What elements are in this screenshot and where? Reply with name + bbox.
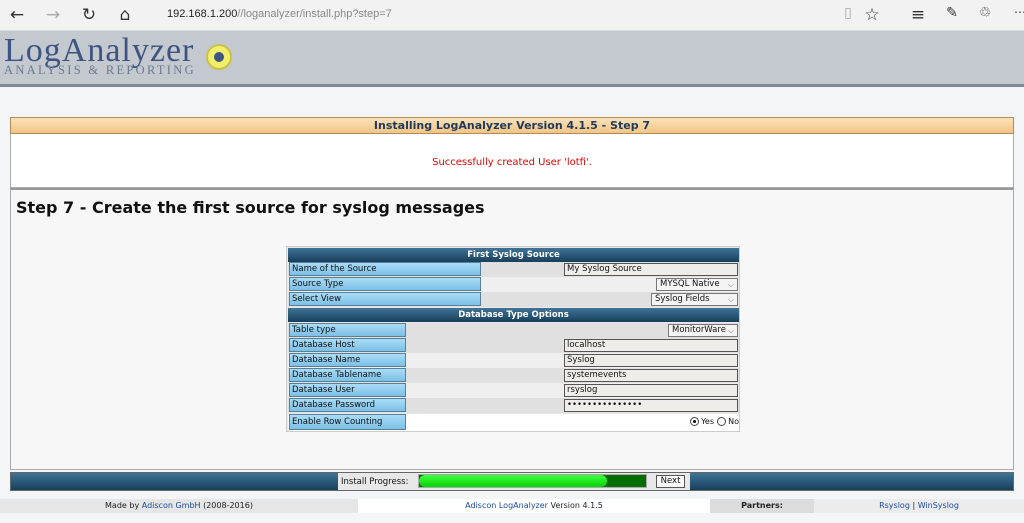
view-select[interactable]: Syslog Fields ⌵ <box>651 293 738 306</box>
row-db-tablename: Database Tablename systemevents <box>288 368 739 383</box>
source-form: First Syslog Source Name of the Source M… <box>286 246 740 432</box>
radio-yes-label: Yes <box>701 417 715 426</box>
partner-links: Rsyslog | WinSyslog <box>814 499 1024 513</box>
version-text: Version 4.1.5 <box>550 501 603 510</box>
address-bar[interactable]: 192.168.1.200//loganalyzer/install.php?s… <box>167 8 392 20</box>
label: Database User <box>289 383 406 397</box>
more-icon[interactable]: ⋯ <box>1010 5 1024 19</box>
chevron-down-icon: ⌵ <box>727 326 734 335</box>
reading-view-icon[interactable]: ▯ <box>838 5 858 21</box>
browser-toolbar: ← → ↻ ⌂ 192.168.1.200//loganalyzer/insta… <box>0 0 1024 31</box>
db-tablename-input[interactable]: systemevents <box>564 369 738 382</box>
source-name-input[interactable]: My Syslog Source <box>564 263 738 276</box>
rsyslog-link[interactable]: Rsyslog <box>879 501 910 510</box>
progress-label: Install Progress: <box>341 477 409 487</box>
row-source-type: Source Type MYSQL Native ⌵ <box>288 277 739 292</box>
db-host-input[interactable]: localhost <box>564 339 738 352</box>
section-header-db-options: Database Type Options <box>288 308 739 322</box>
label: Select View <box>289 292 481 306</box>
label: Source Type <box>289 277 481 291</box>
partners-label: Partners: <box>710 499 814 513</box>
hub-icon[interactable]: ≡ <box>908 5 928 25</box>
row-db-host: Database Host localhost <box>288 338 739 353</box>
separator: | <box>912 501 916 510</box>
years-text: (2008-2016) <box>203 501 253 510</box>
table-type-select[interactable]: MonitorWare ⌵ <box>668 324 738 337</box>
progress-fill <box>419 475 608 487</box>
radio-no[interactable] <box>716 417 726 426</box>
adiscon-link[interactable]: Adiscon GmbH <box>142 501 201 510</box>
made-by-text: Made by <box>105 501 140 510</box>
source-type-select[interactable]: MYSQL Native ⌵ <box>656 278 738 291</box>
label: Enable Row Counting <box>289 414 406 430</box>
install-title: Installing LogAnalyzer Version 4.1.5 - S… <box>10 117 1014 134</box>
next-button[interactable]: Next <box>656 475 685 488</box>
refresh-icon[interactable]: ↻ <box>79 5 99 25</box>
share-icon[interactable]: ♲ <box>975 5 995 21</box>
label: Database Tablename <box>289 368 406 382</box>
url-path: //loganalyzer/install.php?step=7 <box>237 8 392 20</box>
selected-value: Syslog Fields <box>655 294 710 304</box>
back-icon[interactable]: ← <box>7 5 27 25</box>
logo-tagline: ANALYSIS & REPORTING <box>4 63 196 77</box>
label: Database Name <box>289 353 406 367</box>
selected-value: MYSQL Native <box>660 279 720 289</box>
install-progress-bar <box>418 474 647 488</box>
label: Name of the Source <box>289 262 481 276</box>
row-row-counting: Enable Row Counting Yes No <box>288 414 739 431</box>
row-select-view: Select View Syslog Fields ⌵ <box>288 292 739 307</box>
footer-credit: Made by Adiscon GmbH (2008-2016) <box>0 499 358 513</box>
home-icon[interactable]: ⌂ <box>115 5 135 25</box>
db-user-input[interactable]: rsyslog <box>564 384 738 397</box>
db-password-input[interactable]: ••••••••••••••• <box>564 399 738 412</box>
radio-yes[interactable] <box>689 417 699 426</box>
row-table-type: Table type MonitorWare ⌵ <box>288 323 739 338</box>
row-source-name: Name of the Source My Syslog Source <box>288 262 739 277</box>
success-message: Successfully created User 'lotfi'. <box>10 134 1014 188</box>
row-db-name: Database Name Syslog <box>288 353 739 368</box>
label: Table type <box>289 323 406 337</box>
footer-version: Adiscon LogAnalyzer Version 4.1.5 <box>358 499 710 513</box>
row-db-password: Database Password ••••••••••••••• <box>288 398 739 413</box>
favorite-star-icon[interactable]: ☆ <box>862 5 882 25</box>
row-db-user: Database User rsyslog <box>288 383 739 398</box>
selected-value: MonitorWare <box>672 325 726 335</box>
step-heading: Step 7 - Create the first source for sys… <box>16 198 485 217</box>
radio-no-label: No <box>728 417 739 426</box>
footer: Made by Adiscon GmbH (2008-2016) Adiscon… <box>0 499 1024 513</box>
row-counting-radio-group: Yes No <box>689 417 739 426</box>
section-header-first-source: First Syslog Source <box>288 248 739 262</box>
chevron-down-icon: ⌵ <box>727 280 734 289</box>
loganalyzer-link[interactable]: Adiscon LogAnalyzer <box>465 501 548 510</box>
winsyslog-link[interactable]: WinSyslog <box>918 501 959 510</box>
chevron-down-icon: ⌵ <box>727 295 734 304</box>
logo-target-icon <box>206 44 232 70</box>
forward-icon[interactable]: → <box>43 5 63 25</box>
url-host: 192.168.1.200 <box>167 8 238 20</box>
label: Database Password <box>289 398 406 412</box>
web-note-icon[interactable]: ✎ <box>942 5 962 21</box>
db-name-input[interactable]: Syslog <box>564 354 738 367</box>
label: Database Host <box>289 338 406 352</box>
